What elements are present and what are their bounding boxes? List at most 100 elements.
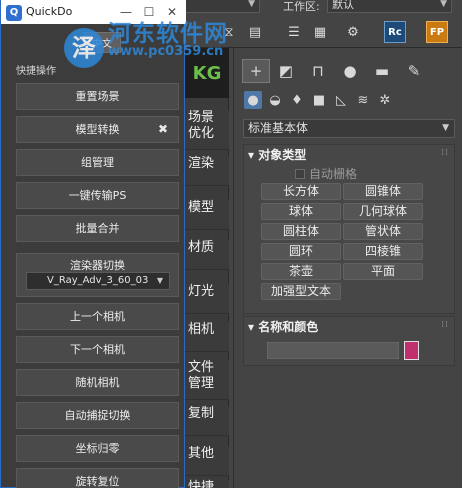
checkbox-icon	[295, 168, 305, 179]
app-screen: Rf ▼ 工作区: 默认 ▼ ⧖ ▤ ☰ ▦ ⚙ Rc FP KG 场景 优化 …	[0, 0, 462, 488]
cameras-subtab[interactable]: ■	[310, 91, 328, 109]
reset-scene-button[interactable]: 重置场景	[16, 83, 179, 110]
auto-snap-button[interactable]: 自动捕捉切换	[16, 402, 179, 429]
display-tab[interactable]: ▬	[368, 59, 396, 83]
model-convert-button[interactable]: 模型转换 ✖	[16, 116, 179, 143]
gears-icon: ✲	[379, 92, 391, 108]
tab-render[interactable]: 渲染	[185, 156, 229, 186]
batch-merge-button[interactable]: 批量合并	[16, 215, 179, 242]
renderer-select[interactable]: V_Ray_Adv_3_60_03 ▼	[26, 272, 170, 290]
plugin-logo-text: KG	[192, 62, 222, 84]
close-button[interactable]: ✕	[163, 3, 181, 21]
object-type-rollout: ▾ 对象类型 ⁞⁞ 自动栅格 长方体 圆锥体 球体 几何球体 圆柱体 管状体 圆…	[243, 144, 455, 314]
chevron-down-icon: ▼	[440, 0, 447, 9]
curve-editor-icon[interactable]: ▦	[309, 21, 331, 43]
autogrid-label: 自动栅格	[309, 167, 358, 181]
helpers-subtab[interactable]: ◺	[332, 91, 350, 109]
tab-label: 模型	[188, 200, 215, 215]
workspace-value: 默认	[332, 0, 354, 11]
sphere-button[interactable]: 球体	[261, 203, 341, 220]
chevron-down-icon: ▼	[156, 276, 163, 285]
object-color-swatch[interactable]	[404, 341, 419, 360]
material-editor-icon[interactable]: ⚙	[342, 21, 364, 43]
create-tab[interactable]: +	[242, 59, 270, 83]
geosphere-button[interactable]: 几何球体	[343, 203, 423, 220]
tab-label: 快捷	[188, 480, 215, 488]
minimize-icon: —	[120, 5, 132, 19]
tube-button[interactable]: 管状体	[343, 223, 423, 240]
systems-subtab[interactable]: ✲	[376, 91, 394, 109]
align-icon[interactable]: ▤	[244, 21, 266, 43]
plane-button[interactable]: 平面	[343, 263, 423, 280]
spacewarps-subtab[interactable]: ≋	[354, 91, 372, 109]
object-category-select[interactable]: 标准基本体 ▼	[243, 119, 455, 138]
fp-plugin-button[interactable]: FP	[426, 21, 448, 43]
motion-tab[interactable]: ●	[336, 59, 364, 83]
prev-camera-button[interactable]: 上一个相机	[16, 303, 179, 330]
tab-light[interactable]: 灯光	[185, 284, 229, 314]
quick-actions-label: 快捷操作	[16, 66, 56, 77]
name-color-title[interactable]: ▾ 名称和颜色	[248, 318, 318, 336]
mirror-icon[interactable]: ⧖	[218, 21, 240, 43]
send-to-ps-button[interactable]: 一键传输PS	[16, 182, 179, 209]
tab-label: 复制	[188, 406, 215, 421]
language-toggle-button[interactable]: 中文	[83, 32, 121, 53]
chevron-down-icon: ▼	[442, 123, 449, 133]
render-cloud-button[interactable]: Rc	[384, 21, 406, 43]
maximize-icon: ☐	[143, 5, 155, 19]
next-camera-label: 下一个相机	[70, 343, 125, 356]
tab-copy[interactable]: 复制	[185, 406, 229, 436]
hierarchy-tab[interactable]: ⊓	[304, 59, 332, 83]
next-camera-button[interactable]: 下一个相机	[16, 336, 179, 363]
plugin-logo: KG	[185, 48, 229, 98]
autogrid-checkbox[interactable]: 自动栅格	[295, 165, 357, 182]
rollout-grip-icon: ⁞⁞	[441, 320, 449, 330]
tab-scene-optimize[interactable]: 场景 优化	[185, 110, 229, 150]
workspace-combo[interactable]: 默认 ▼	[327, 0, 452, 13]
rc-label: Rc	[388, 26, 402, 38]
reset-scene-label: 重置场景	[75, 90, 120, 103]
group-manage-button[interactable]: 组管理	[16, 149, 179, 176]
torus-button[interactable]: 圆环	[261, 243, 341, 260]
quickdo-window: Q QuickDo — ☐ ✕ 中文 快捷操作 重置场景 模型转换 ✖ 组管理 一…	[0, 0, 186, 488]
coord-reset-button[interactable]: 坐标归零	[16, 435, 179, 462]
minimize-button[interactable]: —	[117, 3, 135, 21]
quickdo-title: QuickDo	[26, 5, 73, 18]
send-to-ps-label: 一键传输PS	[68, 189, 127, 202]
box-button[interactable]: 长方体	[261, 183, 341, 200]
tab-camera[interactable]: 相机	[185, 322, 229, 352]
tab-file-manage[interactable]: 文件 管理	[185, 360, 229, 400]
geometry-subtab[interactable]: ●	[244, 91, 262, 109]
fp-label: FP	[429, 26, 445, 38]
tab-model[interactable]: 模型	[185, 200, 229, 230]
random-camera-button[interactable]: 随机相机	[16, 369, 179, 396]
helper-icon: ◺	[336, 92, 346, 108]
tab-label: 渲染	[188, 156, 215, 171]
batch-merge-label: 批量合并	[75, 222, 120, 235]
lights-subtab[interactable]: ♦	[288, 91, 306, 109]
text-plus-button[interactable]: 加强型文本	[261, 283, 341, 300]
rotate-reset-button[interactable]: 旋转复位	[16, 468, 179, 488]
teapot-button[interactable]: 茶壶	[261, 263, 341, 280]
object-type-title-text: 对象类型	[258, 148, 307, 162]
layer-icon[interactable]: ☰	[283, 21, 305, 43]
renderer-select-value: V_Ray_Adv_3_60_03	[47, 275, 149, 286]
quickdo-titlebar[interactable]: Q QuickDo — ☐ ✕	[1, 0, 186, 24]
object-name-input[interactable]	[267, 342, 399, 359]
tab-other[interactable]: 其他	[185, 446, 229, 476]
sphere-icon: ●	[247, 92, 259, 108]
cone-button[interactable]: 圆锥体	[343, 183, 423, 200]
modify-tab[interactable]: ◩	[272, 59, 300, 83]
maximize-button[interactable]: ☐	[140, 3, 158, 21]
close-icon[interactable]: ✖	[158, 117, 168, 142]
cylinder-button[interactable]: 圆柱体	[261, 223, 341, 240]
object-type-title[interactable]: ▾ 对象类型	[248, 146, 306, 164]
tab-shortcut[interactable]: 快捷	[185, 480, 229, 488]
shapes-subtab[interactable]: ◒	[266, 91, 284, 109]
tab-material[interactable]: 材质	[185, 240, 229, 270]
coord-reset-label: 坐标归零	[75, 442, 120, 455]
close-icon: ✕	[166, 5, 178, 19]
pyramid-button[interactable]: 四棱锥	[343, 243, 423, 260]
utilities-tab[interactable]: ✎	[400, 59, 428, 83]
object-category-value: 标准基本体	[248, 121, 309, 135]
